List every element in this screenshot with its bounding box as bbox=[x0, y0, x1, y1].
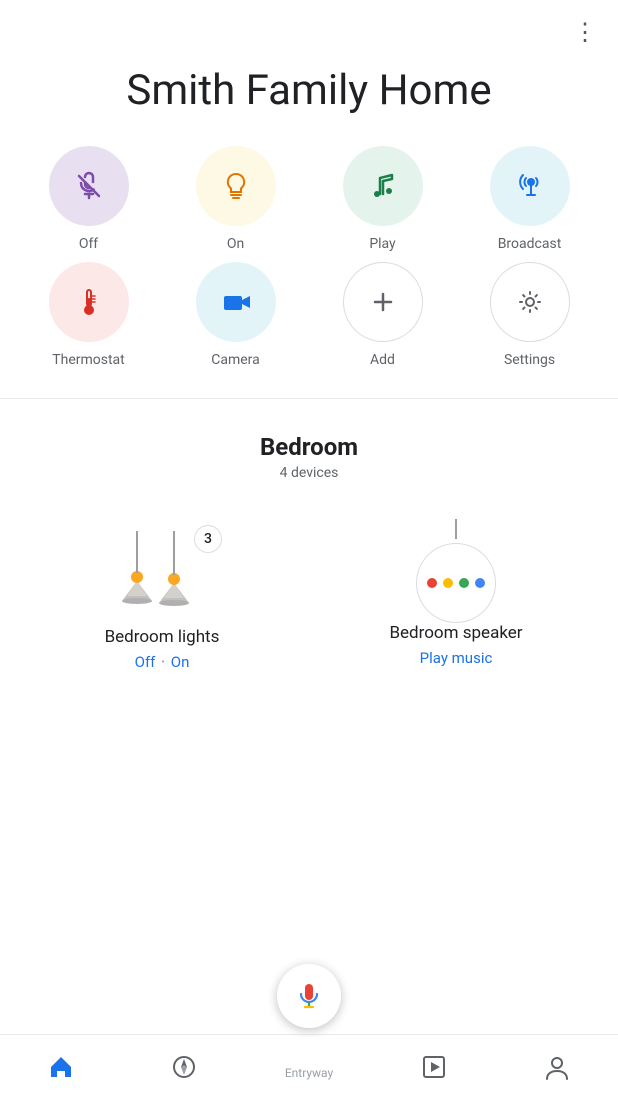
lights-name: Bedroom lights bbox=[105, 627, 220, 647]
speaker-wrap bbox=[411, 531, 501, 611]
dot-yellow bbox=[443, 578, 453, 588]
music-note-icon bbox=[365, 168, 401, 204]
thermostat-icon bbox=[71, 284, 107, 320]
lights-status: Off • On bbox=[135, 653, 190, 671]
status-separator: • bbox=[161, 657, 164, 668]
on-label: On bbox=[227, 236, 244, 252]
broadcast-icon bbox=[512, 168, 548, 204]
lights-badge: 3 bbox=[194, 525, 222, 553]
play-circle bbox=[343, 146, 423, 226]
home-title: Smith Family Home bbox=[0, 46, 618, 146]
camera-label: Camera bbox=[211, 352, 260, 368]
profile-nav-icon bbox=[543, 1053, 571, 1081]
dot-red bbox=[427, 578, 437, 588]
settings-label: Settings bbox=[504, 352, 555, 368]
actions-grid: Off On Play bbox=[0, 146, 618, 388]
action-on[interactable]: On bbox=[167, 146, 304, 252]
mic-off-icon bbox=[71, 168, 107, 204]
plus-icon bbox=[365, 284, 401, 320]
room-title: Bedroom bbox=[20, 433, 598, 461]
media-nav-icon bbox=[420, 1053, 448, 1081]
bottom-nav: Entryway bbox=[0, 1034, 618, 1098]
mic-fab-icon bbox=[293, 980, 325, 1012]
speaker-dots bbox=[427, 578, 485, 588]
thermostat-label: Thermostat bbox=[52, 352, 125, 368]
off-circle bbox=[49, 146, 129, 226]
bedroom-lights-card[interactable]: 3 Bedroom lights Off • On bbox=[20, 511, 304, 687]
off-label: Off bbox=[79, 236, 98, 252]
nav-explore[interactable] bbox=[154, 1045, 214, 1089]
action-thermostat[interactable]: Thermostat bbox=[20, 262, 157, 368]
speaker-action: Play music bbox=[420, 649, 493, 667]
header: ⋮ bbox=[0, 0, 618, 46]
action-off[interactable]: Off bbox=[20, 146, 157, 252]
play-label: Play bbox=[369, 236, 395, 252]
room-device-count: 4 devices bbox=[20, 465, 598, 481]
action-add[interactable]: Add bbox=[314, 262, 451, 368]
action-camera[interactable]: Camera bbox=[167, 262, 304, 368]
home-nav-icon bbox=[47, 1053, 75, 1081]
broadcast-circle bbox=[490, 146, 570, 226]
nav-profile[interactable] bbox=[527, 1045, 587, 1089]
action-play[interactable]: Play bbox=[314, 146, 451, 252]
compass-nav-icon bbox=[170, 1053, 198, 1081]
speaker-wire bbox=[455, 519, 457, 539]
add-label: Add bbox=[370, 352, 395, 368]
speaker-icon-wrap bbox=[411, 531, 501, 611]
entryway-label: Entryway bbox=[285, 1066, 333, 1080]
settings-circle bbox=[490, 262, 570, 342]
lights-icon-wrap: 3 bbox=[112, 531, 212, 615]
nav-media[interactable] bbox=[404, 1045, 464, 1089]
dot-blue bbox=[475, 578, 485, 588]
mic-fab-button[interactable] bbox=[277, 964, 341, 1028]
nav-home[interactable] bbox=[31, 1045, 91, 1089]
action-settings[interactable]: Settings bbox=[461, 262, 598, 368]
bedroom-speaker-card[interactable]: Bedroom speaker Play music bbox=[314, 511, 598, 687]
camera-circle bbox=[196, 262, 276, 342]
section-divider bbox=[0, 398, 618, 399]
speaker-name: Bedroom speaker bbox=[389, 623, 522, 643]
gear-icon bbox=[512, 284, 548, 320]
dot-green bbox=[459, 578, 469, 588]
more-icon[interactable]: ⋮ bbox=[573, 18, 598, 46]
speaker-status: Play music bbox=[420, 649, 493, 667]
light-bulb-icon bbox=[218, 168, 254, 204]
on-circle bbox=[196, 146, 276, 226]
speaker-circle bbox=[416, 543, 496, 623]
action-broadcast[interactable]: Broadcast bbox=[461, 146, 598, 252]
lights-status-on: On bbox=[171, 653, 190, 671]
broadcast-label: Broadcast bbox=[498, 236, 562, 252]
thermostat-circle bbox=[49, 262, 129, 342]
mic-fab-wrap bbox=[277, 964, 341, 1028]
add-circle bbox=[343, 262, 423, 342]
lights-status-off: Off bbox=[135, 653, 156, 671]
room-section: Bedroom 4 devices bbox=[0, 409, 618, 491]
camera-icon bbox=[218, 284, 254, 320]
devices-grid: 3 Bedroom lights Off • On bbox=[0, 491, 618, 767]
